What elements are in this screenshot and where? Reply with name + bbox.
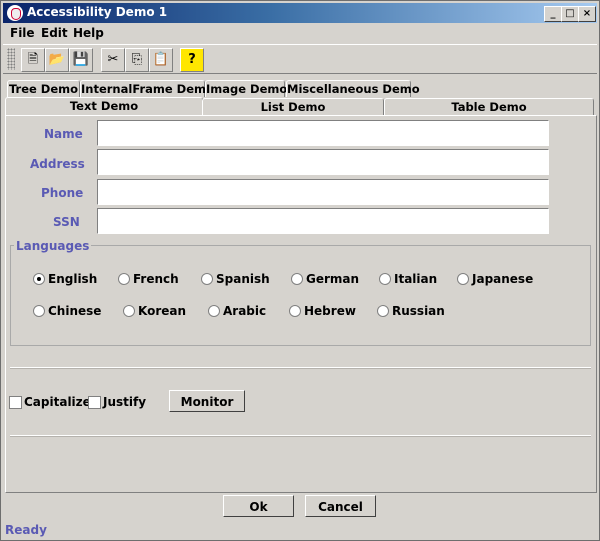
menu-bar: File Edit Help (3, 25, 597, 43)
title-bar[interactable]: Accessibility Demo 1 _ □ × (3, 3, 597, 23)
save-disk-icon[interactable]: 💾 (69, 48, 93, 72)
tab-image-demo[interactable]: Image Demo (205, 80, 287, 97)
new-file-icon[interactable]: 🗎 (21, 48, 45, 72)
tab-text-demo[interactable]: Text Demo (5, 97, 203, 116)
tab-miscellaneous-demo[interactable]: Miscellaneous Demo (286, 80, 420, 97)
copy-icon[interactable]: ⎘ (125, 48, 149, 72)
help-icon[interactable]: ? (180, 48, 204, 72)
toolbar-grip[interactable] (7, 48, 15, 70)
toolbar: 🗎 📂 💾 ✂ ⎘ 📋 ? (3, 44, 597, 74)
close-button[interactable]: × (578, 6, 596, 22)
tab-internalframe-demo[interactable]: InternalFrame Demo (80, 80, 214, 97)
ok-button[interactable]: Ok (223, 495, 294, 517)
cancel-button[interactable]: Cancel (305, 495, 376, 517)
java-cup-icon (7, 5, 23, 21)
phone-label: Phone (41, 186, 84, 200)
tab-table-demo[interactable]: Table Demo (384, 98, 594, 115)
maximize-button[interactable]: □ (561, 6, 579, 22)
tab-tree-demo[interactable]: Tree Demo (7, 80, 80, 97)
name-field[interactable] (97, 120, 549, 146)
phone-field[interactable] (97, 179, 549, 205)
status-bar: Ready (5, 523, 47, 537)
ssn-label: SSN (53, 215, 80, 229)
menu-help[interactable]: Help (73, 26, 104, 40)
open-folder-icon[interactable]: 📂 (45, 48, 69, 72)
languages-title: Languages (14, 239, 92, 253)
ssn-field[interactable] (97, 208, 549, 234)
separator-top (10, 367, 591, 369)
minimize-button[interactable]: _ (544, 6, 562, 22)
separator-bottom (10, 435, 591, 437)
name-label: Name (44, 127, 83, 141)
address-field[interactable] (97, 149, 549, 175)
tab-list-demo[interactable]: List Demo (202, 98, 384, 115)
cut-scissors-icon[interactable]: ✂ (101, 48, 125, 72)
minimize-icon: _ (550, 8, 556, 19)
app-window: Accessibility Demo 1 _ □ × File Edit Hel… (0, 0, 600, 541)
maximize-icon: □ (565, 8, 575, 19)
menu-edit[interactable]: Edit (41, 26, 68, 40)
window-title: Accessibility Demo 1 (27, 5, 168, 19)
address-label: Address (30, 157, 85, 171)
paste-icon[interactable]: 📋 (149, 48, 173, 72)
languages-group (10, 245, 591, 346)
menu-file[interactable]: File (10, 26, 35, 40)
monitor-button[interactable]: Monitor (169, 390, 245, 412)
close-icon: × (582, 8, 592, 19)
